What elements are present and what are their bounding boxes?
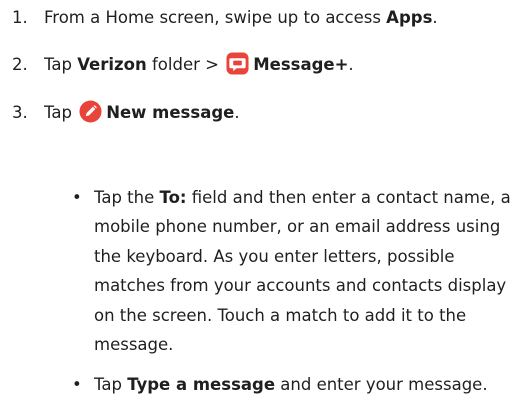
step-1: 1. From a Home screen, swipe up to acces…	[0, 2, 516, 34]
step-number: 1.	[12, 8, 28, 27]
step-text-part: From a Home screen, swipe up to access	[44, 8, 387, 27]
new-message-label: New message	[106, 103, 235, 122]
bullet-dot: •	[72, 375, 82, 395]
step-text-part: .	[234, 103, 240, 122]
step-number: 3.	[12, 103, 28, 122]
message-plus-app-icon	[226, 52, 249, 75]
verizon-folder-label: Verizon	[77, 55, 147, 74]
step-text-part: Tap	[44, 103, 78, 122]
bullet-text-part: field and then enter a contact name, a m…	[94, 188, 511, 355]
bullet-list: • Tap the To: field and then enter a con…	[72, 183, 512, 400]
step-text-part: .	[348, 55, 354, 74]
step-text-part: Tap	[44, 55, 78, 74]
step-text: Tap New message.	[44, 97, 240, 129]
message-plus-label: Message+	[253, 55, 349, 74]
bullet-text-part: Tap the	[94, 188, 160, 207]
type-a-message-label: Type a message	[127, 375, 276, 395]
bullet-item: • Tap the To: field and then enter a con…	[72, 183, 512, 359]
step-number: 2.	[12, 55, 28, 74]
apps-label: Apps	[386, 8, 433, 27]
instructions-page: 1. From a Home screen, swipe up to acces…	[0, 0, 516, 394]
step-text-part: .	[432, 8, 438, 27]
step-3: 3. Tap New message.	[0, 97, 516, 129]
to-field-label: To:	[159, 188, 187, 207]
bullet-text-part: Tap	[94, 375, 128, 395]
new-message-pencil-icon	[79, 100, 102, 123]
step-text-part: folder >	[146, 55, 225, 74]
step-text: Tap Verizon folder > Message+.	[44, 49, 354, 81]
step-text: From a Home screen, swipe up to access A…	[44, 2, 438, 34]
step-2: 2. Tap Verizon folder > Message+.	[0, 49, 516, 81]
bullet-item: • Tap Type a message and enter your mess…	[72, 370, 512, 399]
bullet-text-part: and enter your message.	[275, 375, 488, 395]
bullet-dot: •	[72, 188, 82, 207]
